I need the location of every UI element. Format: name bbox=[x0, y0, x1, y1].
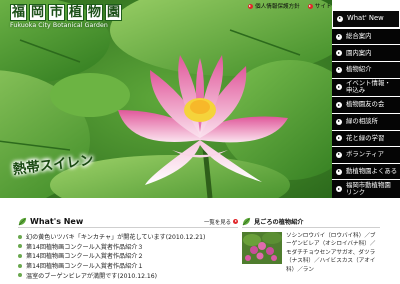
news-item-text: 温室のブーゲンビレアが満開です(2010.12.16) bbox=[26, 272, 158, 280]
arrow-circle-icon bbox=[336, 118, 342, 125]
news-item[interactable]: 第14回植物画コンクール入賞者作品紹介３ bbox=[18, 242, 238, 252]
privacy-policy-label: 個人情報保護方針 bbox=[255, 4, 300, 10]
news-item[interactable]: 第14回植物画コンクール入賞者作品紹介２ bbox=[18, 251, 238, 261]
sitemap-link[interactable]: サイトマップ bbox=[307, 2, 332, 10]
leaf-icon bbox=[18, 217, 27, 226]
news-list: 幻の黄色いツバキ「キンカチャ」が開花しています(2010.12.21) 第14回… bbox=[18, 232, 238, 280]
nav-item-whats-new[interactable]: What' New bbox=[332, 10, 400, 28]
nav-item-label: イベント情報・ 申込み bbox=[346, 79, 391, 95]
nav-item-label: 緑の相談所 bbox=[346, 117, 378, 126]
news-item-text: 幻の黄色いツバキ「キンカチャ」が開花しています(2010.12.21) bbox=[26, 234, 206, 242]
news-item-text: 第14回植物画コンクール入賞者作品紹介１ bbox=[26, 263, 144, 271]
whats-new-title: What's New bbox=[30, 217, 84, 226]
logo-char: 福 bbox=[10, 4, 27, 21]
news-item[interactable]: 幻の黄色いツバキ「キンカチャ」が開花しています(2010.12.21) bbox=[18, 232, 238, 242]
plant-photo[interactable] bbox=[242, 232, 282, 264]
sitemap-label: サイトマップ bbox=[314, 4, 332, 10]
main-nav: What' New 総合案内 園内案内 植物紹介 イベント情報・ 申込み 植物園… bbox=[332, 10, 400, 198]
bullet-icon bbox=[18, 263, 22, 268]
nav-item-label: 福岡市動植物園 リンク bbox=[346, 180, 391, 197]
arrow-circle-icon bbox=[336, 33, 342, 40]
news-item[interactable]: 第14回植物画コンクール入賞者作品紹介１ bbox=[18, 261, 238, 271]
nav-item-zoo-link[interactable]: 福岡市動植物園 リンク bbox=[332, 180, 400, 198]
seasonal-plants-header: 見ごろの植物紹介 bbox=[242, 216, 380, 228]
logo-title: 福 岡 市 植 物 園 bbox=[10, 4, 122, 21]
nav-item-green-consult[interactable]: 緑の相談所 bbox=[332, 113, 400, 130]
site-logo[interactable]: 福 岡 市 植 物 園 Fukuoka City Botanical Garde… bbox=[10, 4, 122, 31]
nav-item-general-info[interactable]: 総合案内 bbox=[332, 28, 400, 45]
view-all-link[interactable]: 一覧を見る bbox=[204, 218, 238, 226]
nav-item-learning[interactable]: 花と緑の学習 bbox=[332, 130, 400, 147]
arrow-circle-icon bbox=[233, 219, 238, 224]
nav-item-label: What' New bbox=[347, 14, 384, 23]
nav-item-faq[interactable]: 動植物園よくある bbox=[332, 163, 400, 180]
nav-item-friends-club[interactable]: 植物園友の会 bbox=[332, 97, 400, 113]
arrow-circle-icon bbox=[336, 66, 342, 73]
nav-item-garden-guide[interactable]: 園内案内 bbox=[332, 45, 400, 62]
arrow-circle-icon bbox=[336, 50, 342, 57]
arrow-circle-icon bbox=[336, 151, 342, 158]
nav-item-label: 植物園友の会 bbox=[346, 100, 385, 109]
whats-new-header: What's New 一覧を見る bbox=[18, 216, 238, 228]
arrow-circle-icon bbox=[336, 186, 342, 193]
nav-item-label: 花と緑の学習 bbox=[346, 133, 385, 142]
logo-char: 岡 bbox=[29, 4, 46, 21]
seasonal-plants-text: ソシンロウバイ（ロウバイ科）／ブーゲンビレア（オシロイバナ科）／モダチチョウセン… bbox=[286, 233, 376, 273]
nav-item-label: 動植物園よくある bbox=[346, 166, 398, 175]
news-item-text: 第14回植物画コンクール入賞者作品紹介３ bbox=[26, 243, 144, 251]
nav-item-events[interactable]: イベント情報・ 申込み bbox=[332, 78, 400, 97]
arrow-circle-icon bbox=[337, 15, 343, 22]
arrow-circle-icon bbox=[336, 102, 342, 109]
nav-item-plants[interactable]: 植物紹介 bbox=[332, 62, 400, 78]
news-item[interactable]: 温室のブーゲンビレアが満開です(2010.12.16) bbox=[18, 270, 238, 280]
seasonal-plants-title: 見ごろの植物紹介 bbox=[254, 219, 304, 226]
arrow-circle-icon bbox=[248, 3, 253, 9]
arrow-circle-icon bbox=[336, 135, 342, 142]
view-all-label: 一覧を見る bbox=[204, 219, 231, 226]
logo-subtitle: Fukuoka City Botanical Garden bbox=[10, 22, 108, 29]
whats-new-section: What's New 一覧を見る 幻の黄色いツバキ「キンカチャ」が開花しています… bbox=[18, 216, 238, 284]
nav-item-volunteer[interactable]: ボランティア bbox=[332, 147, 400, 163]
seasonal-plants-section: 見ごろの植物紹介 ソシンロウバイ（ロウバイ科）／ブーゲンビレア（オシロイバナ科）… bbox=[242, 216, 380, 284]
seasonal-plants-body: ソシンロウバイ（ロウバイ科）／ブーゲンビレア（オシロイバナ科）／モダチチョウセン… bbox=[242, 232, 380, 274]
nav-item-label: 植物紹介 bbox=[346, 65, 372, 74]
news-item-text: 第14回植物画コンクール入賞者作品紹介２ bbox=[26, 253, 144, 261]
nav-item-label: 園内案内 bbox=[346, 48, 372, 57]
bullet-icon bbox=[18, 253, 22, 258]
leaf-icon bbox=[242, 217, 251, 226]
arrow-circle-icon bbox=[336, 168, 342, 175]
logo-char: 植 bbox=[67, 4, 84, 21]
bullet-icon bbox=[18, 244, 22, 249]
bullet-icon bbox=[18, 234, 22, 239]
hero-banner: 福 岡 市 植 物 園 Fukuoka City Botanical Garde… bbox=[0, 0, 332, 198]
nav-item-label: ボランティア bbox=[346, 150, 384, 159]
logo-char: 物 bbox=[86, 4, 103, 21]
logo-char: 市 bbox=[48, 4, 65, 21]
bullet-icon bbox=[18, 273, 22, 278]
privacy-policy-link[interactable]: 個人情報保護方針 bbox=[248, 2, 300, 10]
nav-item-label: 総合案内 bbox=[346, 32, 372, 41]
arrow-circle-icon bbox=[307, 3, 313, 9]
logo-char: 園 bbox=[105, 4, 122, 21]
arrow-circle-icon bbox=[336, 84, 342, 91]
utility-links: 個人情報保護方針 サイトマップ bbox=[248, 2, 332, 10]
whats-new-heading: What's New bbox=[18, 217, 83, 226]
